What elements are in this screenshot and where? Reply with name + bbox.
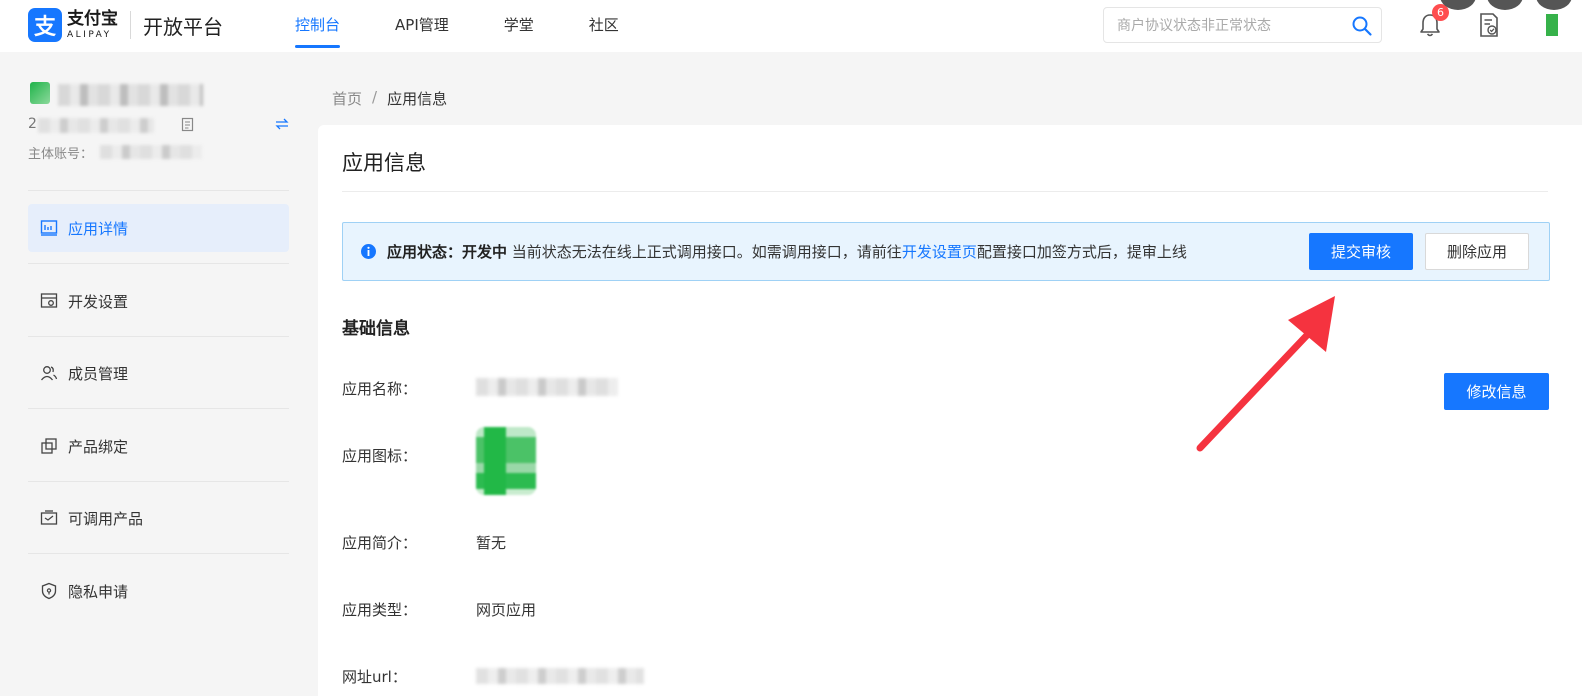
edit-info-button[interactable]: 修改信息 bbox=[1444, 373, 1549, 410]
platform-title: 开放平台 bbox=[143, 14, 223, 39]
app-icon-small bbox=[30, 82, 50, 104]
alert-message: 当前状态无法在线上正式调用接口。如需调用接口，请前往 bbox=[507, 243, 902, 261]
sidebar-divider bbox=[28, 190, 289, 191]
logo-cn: 支付宝 bbox=[67, 8, 118, 29]
sidebar-item-label: 成员管理 bbox=[68, 364, 129, 383]
privacy-shield-icon bbox=[41, 582, 57, 600]
sidebar-divider bbox=[28, 263, 289, 264]
sidebar-item-label: 应用详情 bbox=[68, 219, 129, 238]
search-box bbox=[1103, 7, 1382, 43]
switch-app-icon[interactable] bbox=[275, 117, 289, 131]
main-nav: 控制台 API管理 学堂 社区 bbox=[295, 0, 674, 52]
dev-settings-link[interactable]: 开发设置页 bbox=[902, 243, 977, 261]
breadcrumb-home[interactable]: 首页 bbox=[332, 88, 362, 109]
sidebar-item-label: 产品绑定 bbox=[68, 437, 129, 456]
app-intro-label: 应用简介： bbox=[342, 534, 418, 552]
top-bar: 支 支付宝 ALIPAY 开放平台 控制台 API管理 学堂 社区 6 bbox=[0, 0, 1582, 52]
nav-academy[interactable]: 学堂 bbox=[504, 0, 534, 50]
alert-status-value: 开发中 bbox=[462, 243, 508, 261]
sidebar-divider bbox=[28, 481, 289, 482]
sidebar-divider bbox=[28, 553, 289, 554]
sidebar-item-product-bind[interactable]: 产品绑定 bbox=[28, 422, 289, 470]
copy-icon[interactable] bbox=[181, 117, 195, 132]
app-intro-value: 暂无 bbox=[476, 534, 507, 552]
submit-review-button[interactable]: 提交审核 bbox=[1309, 233, 1413, 270]
app-icon-label: 应用图标： bbox=[342, 447, 418, 465]
dev-settings-icon bbox=[40, 293, 58, 308]
main-card: 应用信息 应用状态：开发中 当前状态无法在线上正式调用接口。如需调用接口，请前往… bbox=[318, 125, 1582, 696]
alipay-logo-mark: 支 bbox=[28, 8, 62, 42]
document-check-icon[interactable] bbox=[1478, 12, 1500, 38]
breadcrumb-current: 应用信息 bbox=[387, 90, 448, 108]
overlay-circle bbox=[1536, 0, 1572, 10]
delete-app-button[interactable]: 删除应用 bbox=[1425, 233, 1529, 270]
nav-api-management[interactable]: API管理 bbox=[395, 0, 449, 50]
breadcrumb-separator: / bbox=[372, 88, 378, 106]
redacted-app-url bbox=[476, 668, 644, 684]
redacted-account bbox=[100, 145, 202, 159]
user-avatar[interactable] bbox=[1546, 14, 1558, 36]
section-title-basic-info: 基础信息 bbox=[342, 319, 410, 339]
app-type-label: 应用类型： bbox=[342, 601, 418, 619]
sidebar-item-members[interactable]: 成员管理 bbox=[28, 349, 289, 397]
nav-console[interactable]: 控制台 bbox=[295, 0, 341, 50]
alipay-logo[interactable]: 支 支付宝 ALIPAY 开放平台 bbox=[28, 8, 223, 42]
app-type-value: 网页应用 bbox=[476, 601, 537, 619]
overlay-circle bbox=[1487, 0, 1523, 10]
sidebar-item-dev-settings[interactable]: 开发设置 bbox=[28, 277, 289, 325]
search-input[interactable] bbox=[1117, 16, 1342, 36]
app-id: 2 bbox=[28, 116, 37, 132]
sidebar-item-label: 隐私申请 bbox=[68, 582, 129, 601]
nav-community[interactable]: 社区 bbox=[589, 0, 619, 50]
app-url-label: 网址url： bbox=[342, 668, 407, 686]
sidebar-divider bbox=[28, 408, 289, 409]
app-name-label: 应用名称： bbox=[342, 380, 418, 398]
account-label: 主体账号： bbox=[28, 147, 94, 162]
alert-status-label: 应用状态： bbox=[387, 243, 463, 261]
sidebar-item-label: 开发设置 bbox=[68, 292, 129, 311]
annotation-arrow-icon bbox=[1196, 296, 1335, 452]
redacted-app-id bbox=[38, 118, 154, 133]
callable-products-icon bbox=[40, 510, 58, 525]
title-divider bbox=[342, 191, 1548, 192]
sidebar-item-privacy[interactable]: 隐私申请 bbox=[28, 567, 289, 615]
logo-en: ALIPAY bbox=[67, 29, 112, 40]
page-title: 应用信息 bbox=[342, 151, 426, 175]
sidebar-item-callable-products[interactable]: 可调用产品 bbox=[28, 494, 289, 542]
sidebar-item-label: 可调用产品 bbox=[68, 509, 144, 528]
logo-divider bbox=[130, 11, 131, 39]
members-icon bbox=[40, 366, 58, 381]
app-icon-image bbox=[476, 427, 536, 495]
info-icon bbox=[361, 244, 376, 259]
redacted-app-name bbox=[58, 84, 203, 106]
sidebar-item-app-detail[interactable]: 应用详情 bbox=[28, 204, 289, 252]
sidebar-divider bbox=[28, 336, 289, 337]
alert-text: 应用状态：开发中 当前状态无法在线上正式调用接口。如需调用接口，请前往开发设置页… bbox=[387, 241, 1187, 262]
product-bind-icon bbox=[41, 438, 57, 454]
alert-message-tail: 配置接口加签方式后，提审上线 bbox=[976, 243, 1187, 261]
search-icon[interactable] bbox=[1351, 15, 1373, 37]
logo-text: 支付宝 ALIPAY bbox=[67, 8, 118, 40]
app-detail-icon bbox=[40, 220, 58, 236]
redacted-app-name-value bbox=[476, 378, 618, 396]
breadcrumb: 首页 / 应用信息 bbox=[332, 88, 447, 109]
